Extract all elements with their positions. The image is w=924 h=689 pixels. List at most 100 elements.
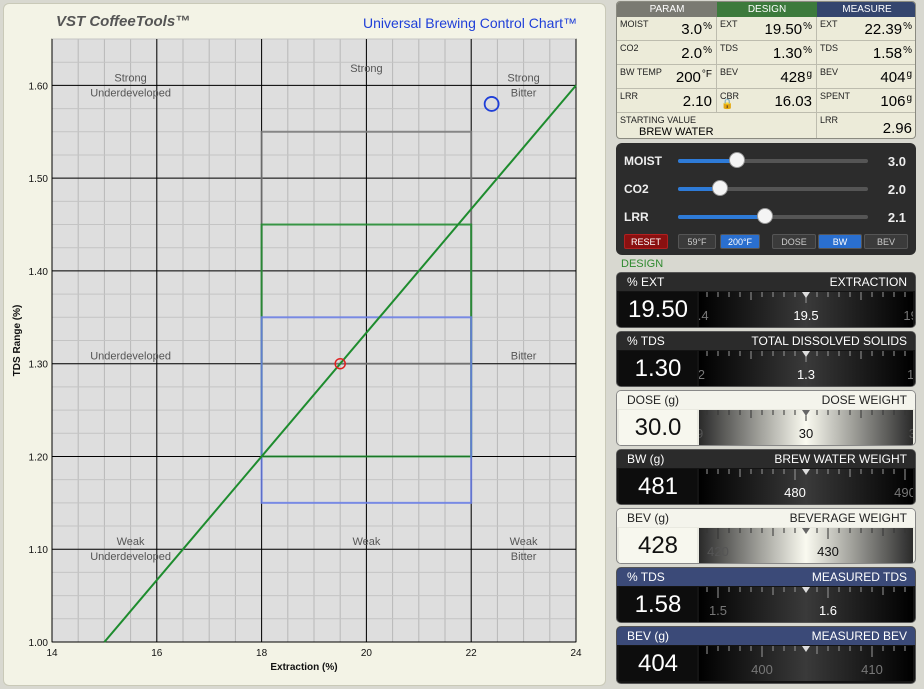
dial-ruler[interactable]: 400 410 <box>699 646 913 681</box>
param-cell[interactable]: SPENT 106g <box>817 89 915 113</box>
value-card[interactable]: BEV (g) MEASURED BEV 404 400 410 <box>616 626 916 684</box>
param-cell[interactable]: LRR 2.10 <box>617 89 717 113</box>
tab-measure[interactable]: MEASURE <box>817 2 915 17</box>
card-title: TOTAL DISSOLVED SOLIDS <box>751 334 907 348</box>
card-value[interactable]: 404 <box>619 646 697 681</box>
slider-moist[interactable] <box>678 152 868 168</box>
dial-ruler[interactable]: 1.2 1.3 1.4 <box>699 351 913 386</box>
y-tick-label: 1.50 <box>29 174 49 185</box>
card-title: BREW WATER WEIGHT <box>774 452 907 466</box>
slider-knob[interactable] <box>711 180 728 196</box>
measured-lrr-cell[interactable]: LRR 2.96 <box>817 113 915 138</box>
card-title: MEASURED BEV <box>811 629 907 643</box>
dial-ruler[interactable]: 1.51.61.7 <box>699 587 913 622</box>
param-value: 1.58% <box>872 45 912 62</box>
tab-design[interactable]: DESIGN <box>717 2 817 17</box>
dial-ruler[interactable]: 470480490 <box>699 469 913 504</box>
value-card[interactable]: % TDSMEASURED TDS1.581.51.61.7 <box>616 567 916 623</box>
y-tick-label: 1.10 <box>29 545 49 556</box>
slider-value: 3.0 <box>887 154 906 169</box>
lrr-value: 2.96 <box>882 120 912 137</box>
slider-fill <box>678 215 766 219</box>
param-cell[interactable]: CO2 2.0% <box>617 41 717 65</box>
zone-label: Strong <box>350 63 382 75</box>
dial-label: 30 <box>799 426 813 441</box>
y-tick-label: 1.30 <box>29 360 49 371</box>
dial-label: 19.5 <box>793 308 818 323</box>
param-label: TDS <box>820 43 838 53</box>
x-tick-label: 14 <box>46 648 58 659</box>
param-unit: g <box>906 93 912 104</box>
design-section-label: DESIGN <box>621 258 664 270</box>
card-value[interactable]: 481 <box>619 469 697 504</box>
y-tick-label: 1.40 <box>29 267 49 278</box>
dial-label: 1.4 <box>907 367 913 382</box>
param-cell[interactable]: EXT 22.39% <box>817 17 915 41</box>
param-cell[interactable]: MOIST 3.0% <box>617 17 717 41</box>
brewing-control-chart[interactable]: Strong UnderdevelopedStrongStrong BitterUn… <box>4 4 607 687</box>
param-unit: % <box>703 45 712 56</box>
param-cell[interactable]: BEV 428g <box>717 65 817 89</box>
param-value: 2.0% <box>681 45 712 62</box>
slider-label: LRR <box>624 210 649 224</box>
dial-ruler[interactable]: 420430440 <box>699 528 913 563</box>
card-value[interactable]: 1.58 <box>619 587 697 622</box>
reset-button[interactable]: RESET <box>624 234 668 249</box>
dial-label: 430 <box>817 544 839 559</box>
slider-knob[interactable] <box>728 152 745 168</box>
bev-button[interactable]: BEV <box>864 234 908 249</box>
param-cell[interactable]: CBR 16.03 🔒 <box>717 89 817 113</box>
card-header: % TDS TOTAL DISSOLVED SOLIDS <box>617 332 915 350</box>
value-card[interactable]: % TDS TOTAL DISSOLVED SOLIDS 1.301.2 1.3 1.4 <box>616 331 916 387</box>
value-card[interactable]: BEV (g)BEVERAGE WEIGHT428420430440 <box>616 508 916 564</box>
bw-button[interactable]: BW <box>818 234 862 249</box>
param-cell[interactable]: BW TEMP 200°F <box>617 65 717 89</box>
param-unit: % <box>803 45 812 56</box>
dial-label: 480 <box>784 485 806 500</box>
param-unit: °F <box>701 69 712 80</box>
value-card[interactable]: DOSE (g) DOSE WEIGHT 30.029 30 31 <box>616 390 916 446</box>
card-unit-label: BEV (g) <box>627 629 670 643</box>
param-label: EXT <box>720 19 738 29</box>
x-tick-label: 22 <box>466 648 478 659</box>
param-unit: % <box>903 45 912 56</box>
param-cell[interactable]: TDS 1.58% <box>817 41 915 65</box>
temp-59-button[interactable]: 59°F <box>678 234 716 249</box>
dose-button[interactable]: DOSE <box>772 234 816 249</box>
slider-knob[interactable] <box>757 208 774 224</box>
x-tick-label: 18 <box>256 648 268 659</box>
value-card[interactable]: BW (g) BREW WATER WEIGHT 481470480490 <box>616 449 916 505</box>
param-cell[interactable]: BEV 404g <box>817 65 915 89</box>
card-title: DOSE WEIGHT <box>821 393 907 407</box>
param-cell[interactable]: TDS 1.30% <box>717 41 817 65</box>
card-header: DOSE (g) DOSE WEIGHT <box>617 391 915 409</box>
card-unit-label: % EXT <box>627 275 665 289</box>
card-header: BEV (g) MEASURED BEV <box>617 627 915 645</box>
card-value[interactable]: 19.50 <box>619 292 697 327</box>
slider-co2[interactable] <box>678 180 868 196</box>
dial-label: 31 <box>909 426 913 441</box>
tab-param[interactable]: PARAM <box>617 2 717 17</box>
lock-icon[interactable]: 🔒 <box>721 99 733 110</box>
value-card[interactable]: % EXT EXTRACTION 19.5019.4 19.5 19.6 <box>616 272 916 328</box>
dial-ruler[interactable]: 29 30 31 <box>699 410 913 445</box>
chart-panel: VST CoffeeTools™ Universal Brewing Contr… <box>3 3 606 686</box>
dial-label: 19.6 <box>903 308 913 323</box>
dial-ruler[interactable]: 19.4 19.5 19.6 <box>699 292 913 327</box>
slider-panel: RESET 59°F 200°F DOSE BW BEV MOIST 3.0 CO2… <box>616 143 916 255</box>
card-value[interactable]: 1.30 <box>619 351 697 386</box>
slider-lrr[interactable] <box>678 208 868 224</box>
temp-200-button[interactable]: 200°F <box>720 234 760 249</box>
y-tick-label: 1.20 <box>29 452 49 463</box>
param-value: 200°F <box>675 69 712 86</box>
y-tick-label: 1.60 <box>29 81 49 92</box>
param-cell[interactable]: EXT 19.50% <box>717 17 817 41</box>
card-header: BEV (g) BEVERAGE WEIGHT <box>617 509 915 527</box>
card-value[interactable]: 30.0 <box>619 410 697 445</box>
card-unit-label: BW (g) <box>627 452 665 466</box>
param-label: BW TEMP <box>620 67 662 77</box>
card-unit-label: % TDS <box>627 570 665 584</box>
card-value[interactable]: 428 <box>619 528 697 563</box>
starting-value-cell[interactable]: STARTING VALUE BREW WATER <box>617 113 817 138</box>
param-unit: % <box>903 21 912 32</box>
